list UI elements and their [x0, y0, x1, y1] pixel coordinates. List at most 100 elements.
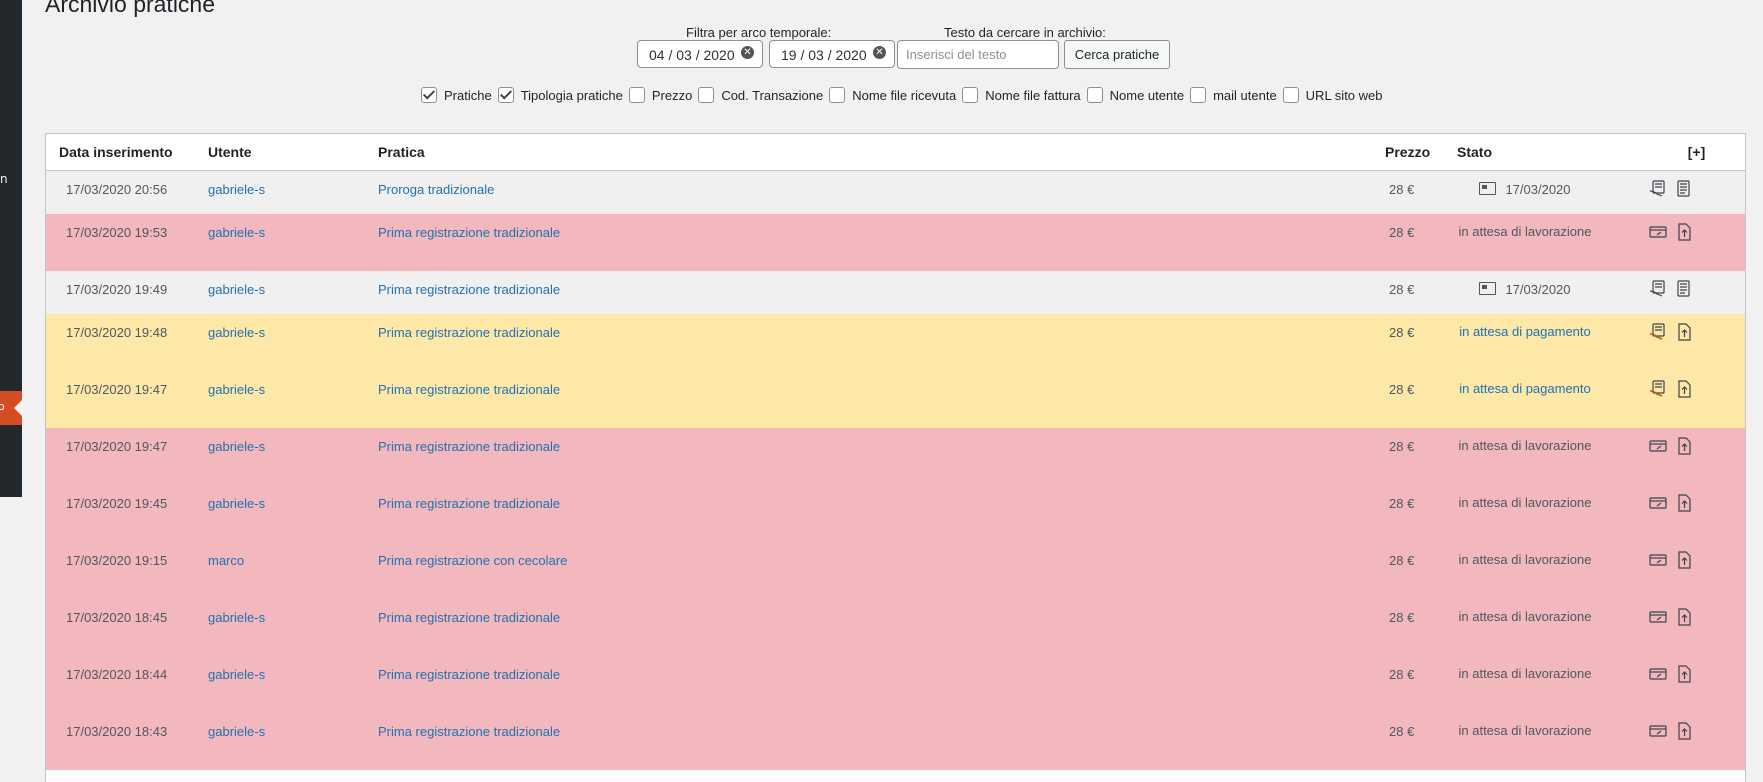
column-toggle-checkbox[interactable] — [497, 87, 514, 103]
row-pratica-link[interactable]: Prima registrazione tradizionale — [378, 724, 560, 739]
date-to-field[interactable]: 19 / 03 / 2020 ✕ — [769, 40, 895, 68]
upload-file-icon[interactable] — [1674, 379, 1694, 399]
row-pratica-link[interactable]: Prima registrazione tradizionale — [378, 325, 560, 340]
upload-file-icon[interactable] — [1674, 493, 1694, 513]
row-actions — [1633, 542, 1745, 599]
column-toggle-label[interactable]: Tipologia pratiche — [521, 88, 623, 103]
row-pratica-link[interactable]: Prima registrazione tradizionale — [378, 610, 560, 625]
row-user-link[interactable]: gabriele-s — [208, 225, 265, 240]
row-user-link[interactable]: gabriele-s — [208, 724, 265, 739]
row-user-link[interactable]: gabriele-s — [208, 667, 265, 682]
column-toggle-checkbox[interactable] — [1086, 87, 1103, 103]
payment-card-icon[interactable] — [1648, 550, 1668, 570]
row-pratica-link[interactable]: Prima registrazione tradizionale — [378, 225, 560, 240]
column-toggle-label[interactable]: Nome file fattura — [985, 88, 1080, 103]
clear-icon[interactable]: ✕ — [873, 46, 886, 59]
column-toggle-checkbox[interactable] — [628, 87, 645, 103]
row-pratica-link[interactable]: Prima registrazione tradizionale — [378, 496, 560, 511]
row-pratica-link[interactable]: Proroga tradizionale — [378, 182, 494, 197]
upload-file-icon[interactable] — [1674, 607, 1694, 627]
row-stato-text: in attesa di lavorazione — [1458, 438, 1592, 453]
row-actions — [1633, 371, 1745, 428]
row-pratica-link[interactable]: Prima registrazione tradizionale — [378, 282, 560, 297]
payment-pending-icon[interactable] — [1648, 379, 1668, 399]
header-date[interactable]: Data inserimento — [46, 134, 208, 171]
upload-file-icon[interactable] — [1674, 322, 1694, 342]
payment-card-icon[interactable] — [1648, 664, 1668, 684]
row-user-link[interactable]: gabriele-s — [208, 439, 265, 454]
column-toggle-checkbox[interactable] — [1282, 87, 1299, 103]
row-user-link[interactable]: gabriele-s — [208, 282, 265, 297]
row-prezzo: 28 € — [1385, 371, 1457, 428]
row-user-link[interactable]: gabriele-s — [208, 325, 265, 340]
row-date: 17/03/2020 19:49 — [46, 271, 208, 314]
expand-columns-button[interactable]: [+] — [1633, 134, 1745, 171]
upload-file-icon[interactable] — [1674, 550, 1694, 570]
table-row: 17/03/2020 18:45 gabriele-s Prima registra… — [46, 599, 1745, 656]
column-toggle-label[interactable]: mail utente — [1213, 88, 1277, 103]
row-pratica-link[interactable]: Prima registrazione tradizionale — [378, 382, 560, 397]
payment-pending-icon[interactable] — [1648, 322, 1668, 342]
upload-file-icon[interactable] — [1674, 664, 1694, 684]
column-toggle-checkbox[interactable] — [829, 87, 846, 103]
text-filter-label: Testo da cercare in archivio: — [944, 25, 1106, 40]
column-toggle-label[interactable]: Prezzo — [652, 88, 692, 103]
row-actions — [1633, 656, 1745, 713]
header-user[interactable]: Utente — [208, 134, 378, 171]
date-from-field[interactable]: 04 / 03 / 2020 ✕ — [637, 40, 763, 68]
payment-card-icon[interactable] — [1648, 607, 1668, 627]
search-input[interactable] — [897, 40, 1059, 69]
upload-file-icon[interactable] — [1674, 721, 1694, 741]
row-pratica-link[interactable]: Prima registrazione tradizionale — [378, 667, 560, 682]
row-user-link[interactable]: gabriele-s — [208, 610, 265, 625]
row-prezzo: 28 € — [1385, 428, 1457, 485]
row-stato-text: in attesa di lavorazione — [1458, 495, 1592, 510]
row-stato: in attesa di lavorazione — [1457, 428, 1633, 485]
row-actions — [1633, 214, 1745, 271]
row-user-link[interactable]: gabriele-s — [208, 496, 265, 511]
column-toggle-checkbox[interactable] — [962, 87, 979, 103]
row-prezzo: 28 € — [1385, 542, 1457, 599]
row-stato-text: in attesa di lavorazione — [1458, 224, 1592, 239]
clear-icon[interactable]: ✕ — [741, 46, 754, 59]
row-pratica-link[interactable]: Prima registrazione con cecolare — [378, 553, 567, 568]
upload-file-icon[interactable] — [1674, 222, 1694, 242]
column-toggle-checkbox[interactable] — [1190, 87, 1207, 103]
row-date: 17/03/2020 19:15 — [46, 542, 208, 599]
row-stato[interactable]: in attesa di pagamento — [1457, 314, 1633, 371]
column-toggle-checkbox[interactable] — [421, 87, 437, 103]
upload-file-icon[interactable] — [1674, 436, 1694, 456]
row-user-link[interactable]: marco — [208, 553, 244, 568]
table-row: 17/03/2020 18:43 gabriele-s Prima registra… — [46, 713, 1745, 770]
payment-received-icon[interactable] — [1648, 179, 1668, 199]
column-toggle-label[interactable]: Cod. Transazione — [721, 88, 823, 103]
invoice-icon[interactable] — [1674, 279, 1694, 299]
column-toggle-label[interactable]: Nome utente — [1110, 88, 1184, 103]
row-actions — [1633, 170, 1745, 214]
column-toggle-label[interactable]: URL sito web — [1306, 88, 1383, 103]
header-prezzo[interactable]: Prezzo — [1385, 134, 1457, 171]
row-date: 17/03/2020 20:56 — [46, 170, 208, 214]
column-toggle-label[interactable]: Nome file ricevuta — [852, 88, 956, 103]
payment-card-icon[interactable] — [1648, 721, 1668, 741]
row-stato[interactable]: in attesa di pagamento — [1457, 371, 1633, 428]
search-button[interactable]: Cerca pratiche — [1064, 40, 1170, 69]
row-date: 17/03/2020 19:47 — [46, 428, 208, 485]
row-stato: in attesa di lavorazione — [1457, 656, 1633, 713]
payment-card-icon[interactable] — [1648, 436, 1668, 456]
header-stato[interactable]: Stato — [1457, 134, 1633, 171]
row-stato: in attesa di lavorazione — [1457, 542, 1633, 599]
payment-card-icon[interactable] — [1648, 493, 1668, 513]
row-user-link[interactable]: gabriele-s — [208, 382, 265, 397]
row-actions — [1633, 485, 1745, 542]
payment-received-icon[interactable] — [1648, 279, 1668, 299]
row-pratica-link[interactable]: Prima registrazione tradizionale — [378, 439, 560, 454]
sidebar-active-item[interactable]: o — [0, 391, 22, 425]
sidebar-menu-text[interactable]: n — [0, 172, 8, 186]
column-toggle-checkbox[interactable] — [698, 87, 715, 103]
payment-card-icon[interactable] — [1648, 222, 1668, 242]
header-pratica[interactable]: Pratica — [378, 134, 1385, 171]
invoice-icon[interactable] — [1674, 179, 1694, 199]
column-toggle-label[interactable]: Pratiche — [444, 88, 492, 103]
row-user-link[interactable]: gabriele-s — [208, 182, 265, 197]
